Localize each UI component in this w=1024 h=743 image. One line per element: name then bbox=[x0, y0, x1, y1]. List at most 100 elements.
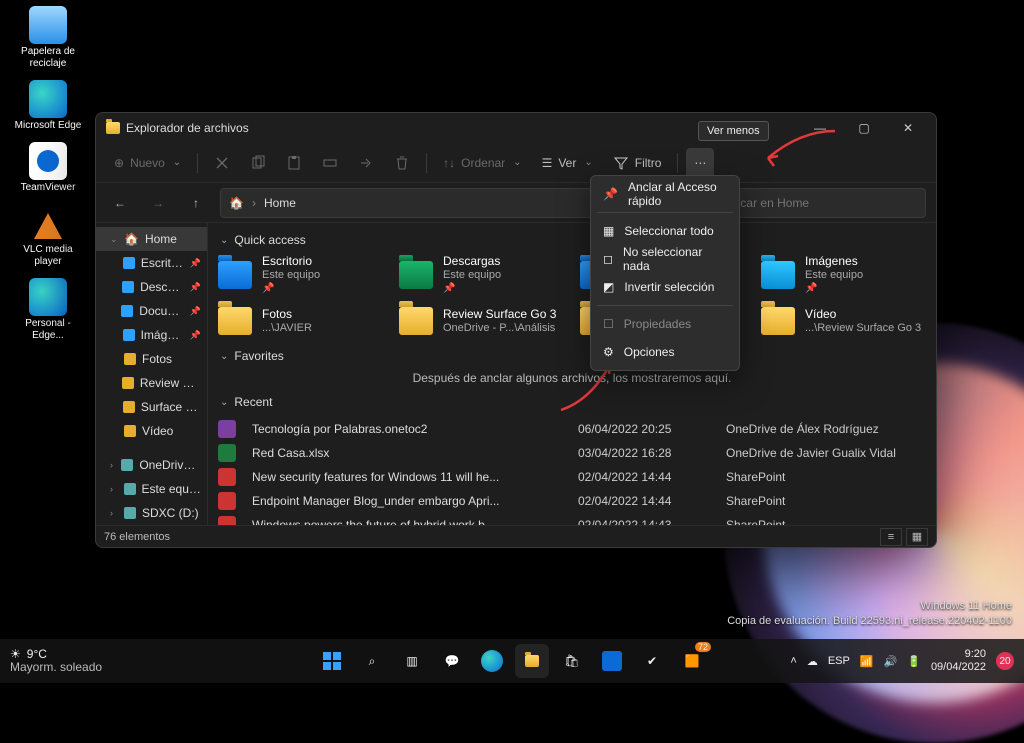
share-icon bbox=[358, 155, 374, 171]
taskbar-outlook[interactable] bbox=[595, 644, 629, 678]
edge-icon bbox=[29, 80, 67, 118]
nav-item[interactable]: Fotos bbox=[96, 347, 207, 371]
address-bar[interactable]: 🏠 › Home bbox=[220, 188, 648, 218]
invert-icon: ◩ bbox=[603, 280, 614, 294]
new-button[interactable]: ⊕Nuevo bbox=[106, 148, 189, 178]
nav-item[interactable]: Surface Go 3 bbox=[96, 395, 207, 419]
desktop-icon-vlc[interactable]: VLC media player bbox=[10, 204, 86, 268]
more-menu: 📌Anclar al Acceso rápido ▦Seleccionar to… bbox=[590, 175, 740, 371]
recent-row[interactable]: Endpoint Manager Blog_under embargo Apri… bbox=[218, 489, 926, 513]
taskbar-todo[interactable]: ✔ bbox=[635, 644, 669, 678]
close-button[interactable]: ✕ bbox=[886, 114, 930, 142]
group-quick-access[interactable]: Quick access bbox=[220, 233, 926, 247]
menu-invert-selection[interactable]: ◩Invertir selección bbox=[595, 273, 735, 301]
copy-button[interactable] bbox=[242, 148, 274, 178]
tray-language[interactable]: ESP bbox=[828, 655, 850, 667]
paste-button[interactable] bbox=[278, 148, 310, 178]
taskbar-search[interactable]: ⌕ bbox=[355, 644, 389, 678]
quick-access-tile[interactable]: Review Surface Go 3OneDrive - P...\Análi… bbox=[399, 301, 564, 341]
delete-button[interactable] bbox=[386, 148, 418, 178]
see-more-button[interactable]: ⋯ bbox=[686, 148, 714, 178]
desktop-icon-recycle-bin[interactable]: Papelera de reciclaje bbox=[10, 6, 86, 70]
recent-row[interactable]: Red Casa.xlsx03/04/2022 16:28OneDrive de… bbox=[218, 441, 926, 465]
cut-button[interactable] bbox=[206, 148, 238, 178]
nav-pane[interactable]: ⌄🏠 Home Escritorio📌Descargas📌Documentos📌… bbox=[96, 223, 208, 525]
filter-button[interactable]: Filtro bbox=[605, 148, 670, 178]
tray-clock[interactable]: 9:20 09/04/2022 bbox=[931, 648, 986, 674]
up-button[interactable]: ↑ bbox=[182, 189, 210, 217]
nav-root[interactable]: ›Este equipo bbox=[96, 477, 207, 501]
recent-row[interactable]: Windows powers the future of hybrid work… bbox=[218, 513, 926, 525]
taskbar-store[interactable]: 🛍 bbox=[555, 644, 589, 678]
tray-battery-icon[interactable]: 🔋 bbox=[907, 655, 921, 668]
maximize-button[interactable]: ▢ bbox=[842, 114, 886, 142]
taskbar-edge[interactable] bbox=[475, 644, 509, 678]
breadcrumb: Home bbox=[264, 196, 296, 210]
weather-widget[interactable]: ☀9°C Mayorm. soleado bbox=[10, 648, 102, 674]
taskbar-taskview[interactable]: ▥ bbox=[395, 644, 429, 678]
desktop-icon-edge[interactable]: Microsoft Edge bbox=[10, 80, 86, 132]
tray-wifi-icon[interactable]: 📶 bbox=[860, 655, 874, 668]
view-button[interactable]: ☰ Ver bbox=[534, 148, 601, 178]
quick-access-tile[interactable]: ImágenesEste equipo📌 bbox=[761, 255, 926, 295]
nav-item[interactable]: Descargas📌 bbox=[96, 275, 207, 299]
nav-item[interactable]: Vídeo bbox=[96, 419, 207, 443]
sort-button[interactable]: ↑↓ Ordenar bbox=[435, 148, 529, 178]
file-icon bbox=[218, 516, 236, 525]
share-button[interactable] bbox=[350, 148, 382, 178]
taskbar: ☀9°C Mayorm. soleado ⌕ ▥ 💬 🛍 ✔ 🟧72 ˄ ☁ E… bbox=[0, 639, 1024, 683]
taskbar-explorer[interactable] bbox=[515, 644, 549, 678]
file-icon bbox=[218, 444, 236, 462]
nav-root[interactable]: ›OneDrive - Perso bbox=[96, 453, 207, 477]
minimize-button[interactable]: — bbox=[798, 114, 842, 142]
quick-access-tile[interactable]: DescargasEste equipo📌 bbox=[399, 255, 564, 295]
nav-root[interactable]: ›SDXC (D:) bbox=[96, 501, 207, 525]
quick-access-tile[interactable]: EscritorioEste equipo📌 bbox=[218, 255, 383, 295]
start-button[interactable] bbox=[315, 644, 349, 678]
menu-select-none[interactable]: ◻No seleccionar nada bbox=[595, 245, 735, 273]
taskbar-chat[interactable]: 💬 bbox=[435, 644, 469, 678]
content-pane[interactable]: Quick access EscritorioEste equipo📌 Desca… bbox=[208, 223, 936, 525]
folder-icon bbox=[399, 261, 433, 289]
menu-properties[interactable]: ☐Propiedades bbox=[595, 310, 735, 338]
status-bar: 76 elementos ≡ ▦ bbox=[96, 525, 936, 547]
vlc-icon bbox=[29, 204, 67, 242]
nav-item[interactable]: Review Surface bbox=[96, 371, 207, 395]
desktop-icons: Papelera de reciclaje Microsoft Edge Tea… bbox=[10, 6, 86, 342]
folder-icon bbox=[218, 261, 252, 289]
quick-access-tile[interactable]: Vídeo...\Review Surface Go 3 bbox=[761, 301, 926, 341]
nav-home[interactable]: ⌄🏠 Home bbox=[96, 227, 207, 251]
address-bar-row: ← → ↑ 🏠 › Home ⟳ ⌕ bbox=[96, 183, 936, 223]
desktop-icon-teamviewer[interactable]: TeamViewer bbox=[10, 142, 86, 194]
recent-row[interactable]: New security features for Windows 11 wil… bbox=[218, 465, 926, 489]
nav-item[interactable]: Documentos📌 bbox=[96, 299, 207, 323]
menu-select-all[interactable]: ▦Seleccionar todo bbox=[595, 217, 735, 245]
tray-chevron-icon[interactable]: ˄ bbox=[790, 655, 796, 667]
view-tiles-button[interactable]: ▦ bbox=[906, 528, 928, 546]
forward-button[interactable]: → bbox=[144, 189, 172, 217]
group-favorites[interactable]: Favorites bbox=[220, 349, 926, 363]
menu-pin-quick-access[interactable]: 📌Anclar al Acceso rápido bbox=[595, 180, 735, 208]
recent-row[interactable]: Tecnología por Palabras.onetoc206/04/202… bbox=[218, 417, 926, 441]
menu-options[interactable]: ⚙Opciones bbox=[595, 338, 735, 366]
quick-access-tile[interactable]: Fotos...\JAVIER bbox=[218, 301, 383, 341]
windows-icon bbox=[322, 651, 342, 671]
nav-item[interactable]: Imágenes📌 bbox=[96, 323, 207, 347]
notification-badge[interactable]: 20 bbox=[996, 652, 1014, 670]
tray-onedrive-icon[interactable]: ☁ bbox=[807, 655, 818, 668]
nav-item[interactable]: Escritorio📌 bbox=[96, 251, 207, 275]
titlebar[interactable]: Explorador de archivos — ▢ ✕ bbox=[96, 113, 936, 143]
group-recent[interactable]: Recent bbox=[220, 395, 926, 409]
select-none-icon: ◻ bbox=[603, 252, 613, 266]
view-details-button[interactable]: ≡ bbox=[880, 528, 902, 546]
properties-icon: ☐ bbox=[603, 317, 614, 331]
back-button[interactable]: ← bbox=[106, 189, 134, 217]
tray-volume-icon[interactable]: 🔊 bbox=[884, 655, 898, 668]
rename-button[interactable] bbox=[314, 148, 346, 178]
taskbar-app[interactable]: 🟧72 bbox=[675, 644, 709, 678]
desktop-icon-edge-personal[interactable]: Personal - Edge... bbox=[10, 278, 86, 342]
folder-icon bbox=[761, 261, 795, 289]
folder-icon bbox=[399, 307, 433, 335]
folder-icon bbox=[761, 307, 795, 335]
search-input[interactable] bbox=[720, 196, 917, 210]
